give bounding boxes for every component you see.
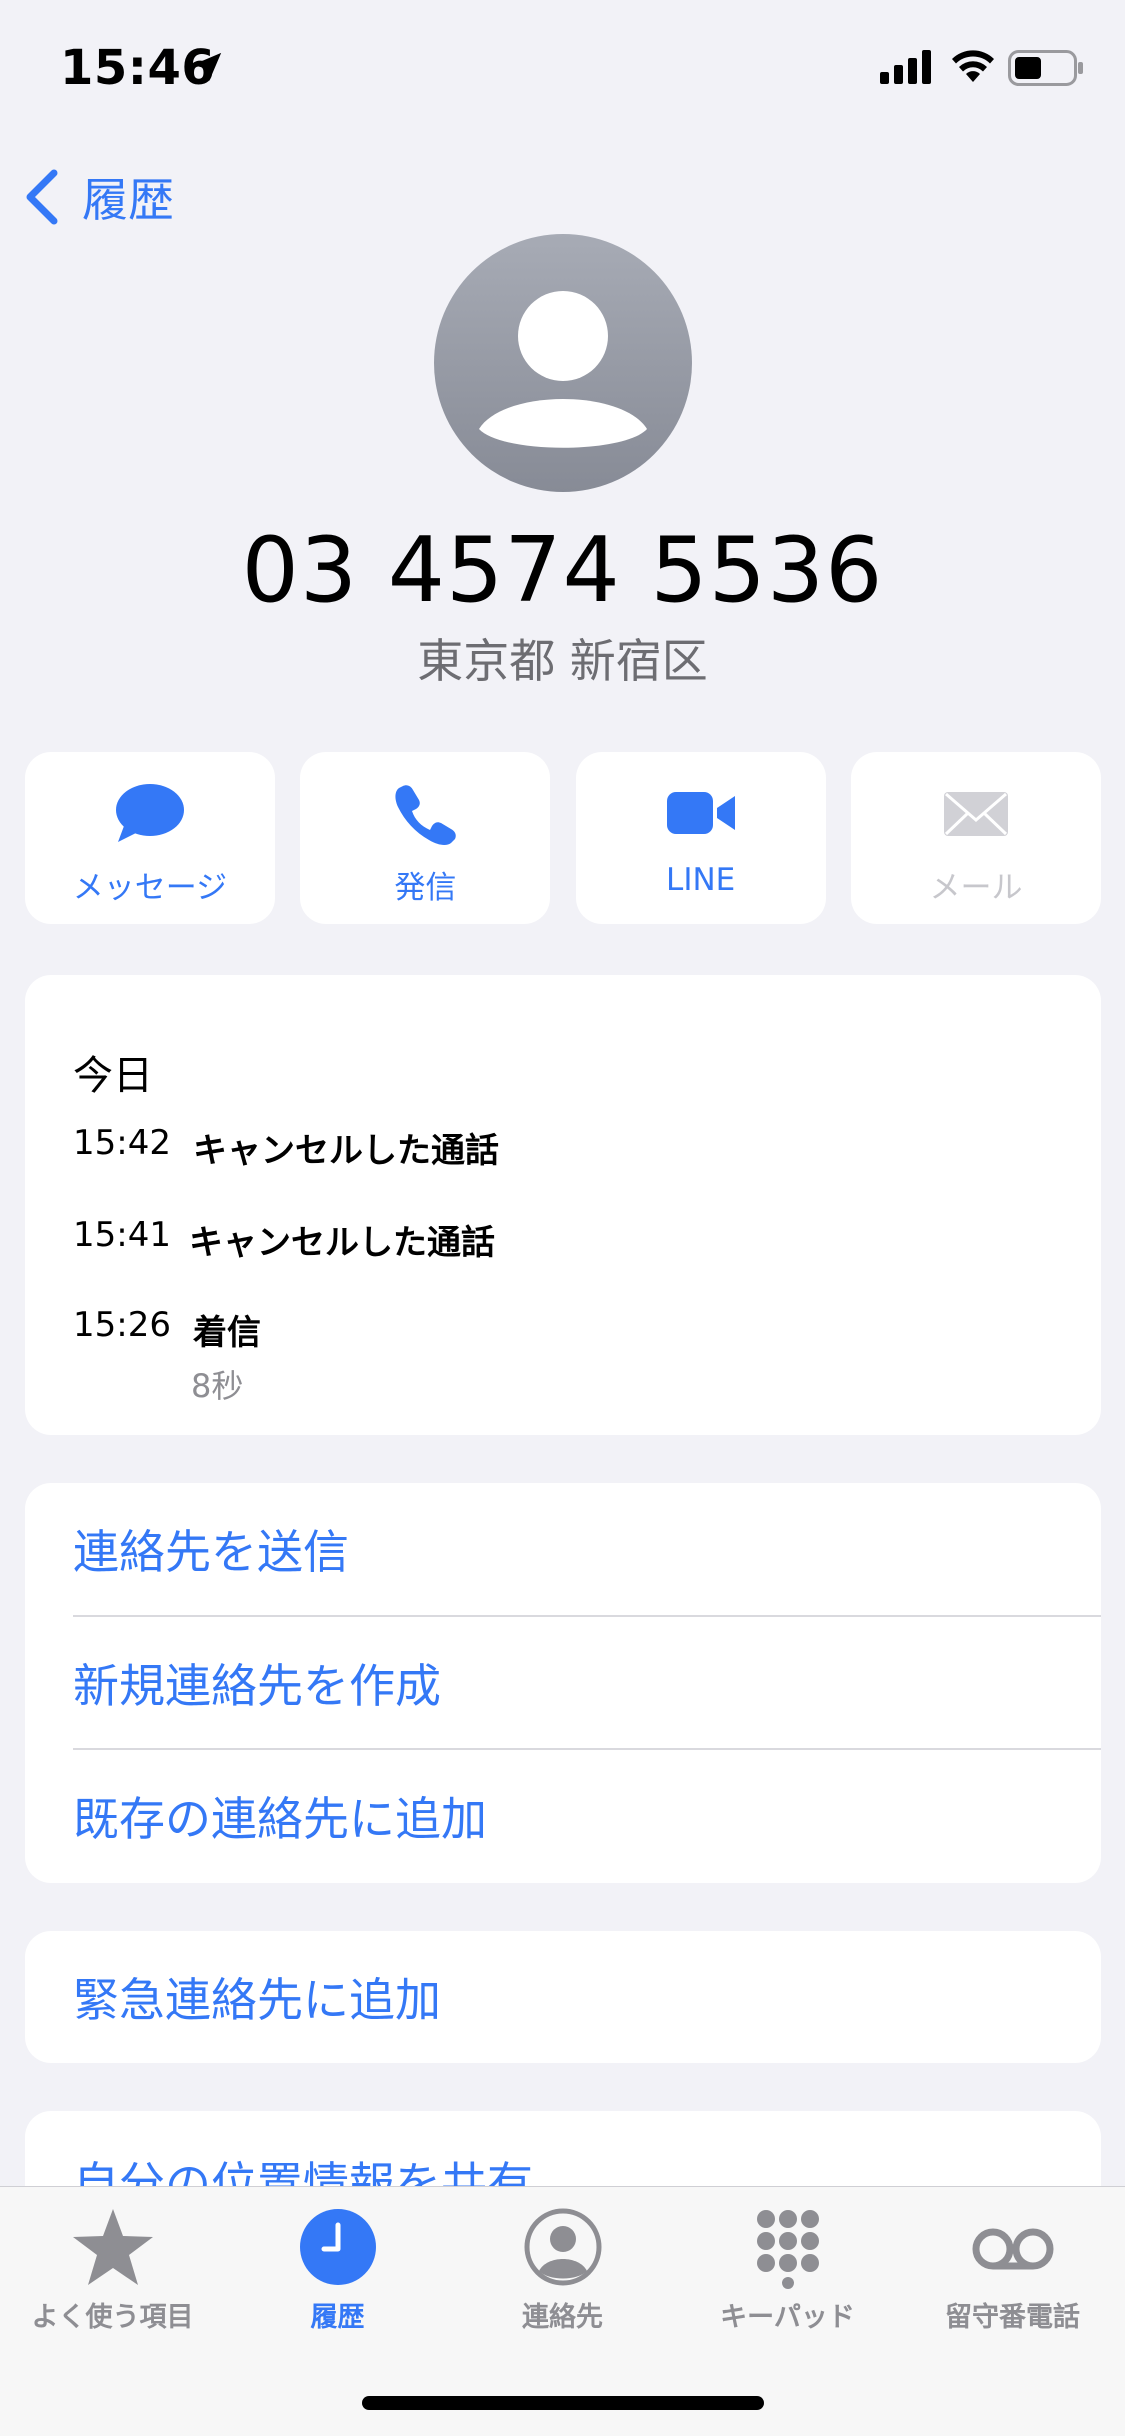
call-type: キャンセルした通話 [193, 1131, 499, 1171]
call-time: 15:41 [73, 1215, 171, 1255]
message-button[interactable]: メッセージ [25, 752, 275, 924]
location-arrow-icon [192, 52, 222, 82]
home-indicator [362, 2396, 764, 2410]
line-button-label: LINE [666, 862, 736, 898]
tab-recents[interactable]: 履歴 [225, 2187, 450, 2347]
send-contact-button[interactable]: 連絡先を送信 [73, 1483, 349, 1615]
message-bubble-icon [116, 784, 184, 842]
wifi-icon [952, 50, 994, 82]
phone-icon [395, 785, 457, 845]
chevron-left-icon [26, 169, 58, 225]
call-time: 15:42 [73, 1123, 171, 1163]
tab-label: 履歴 [310, 2302, 365, 2333]
clock-icon [299, 2209, 376, 2285]
call-entry: 15:41 キャンセルした通話 [73, 1215, 495, 1264]
caller-location: 東京都 新宿区 [417, 634, 708, 688]
tab-voicemail[interactable]: 留守番電話 [900, 2187, 1125, 2347]
create-new-contact-button[interactable]: 新規連絡先を作成 [73, 1617, 441, 1749]
call-type: キャンセルした通話 [189, 1223, 495, 1263]
call-entry: 15:42 キャンセルした通話 [73, 1123, 499, 1172]
line-video-button[interactable]: LINE [575, 752, 826, 924]
message-button-label: メッセージ [72, 870, 228, 906]
status-bar: 15:46 [0, 0, 1125, 140]
mail-button[interactable]: メール [850, 752, 1101, 924]
call-time: 15:26 [73, 1305, 171, 1345]
person-silhouette-icon [479, 291, 647, 448]
tab-label: キーパッド [720, 2302, 855, 2333]
tab-keypad[interactable]: キーパッド [675, 2187, 900, 2347]
add-to-existing-contact-button[interactable]: 既存の連絡先に追加 [73, 1750, 487, 1882]
call-button[interactable]: 発信 [300, 752, 551, 924]
call-button-label: 発信 [394, 870, 457, 906]
tab-label: 留守番電話 [945, 2302, 1080, 2333]
avatar [434, 234, 692, 492]
back-label: 履歴 [82, 173, 174, 227]
contact-icon [524, 2208, 601, 2286]
tab-label: よく使う項目 [31, 2302, 194, 2333]
add-emergency-contact-button[interactable]: 緊急連絡先に追加 [73, 1931, 441, 2063]
call-history-card: 今日 15:42 キャンセルした通話 15:41 キャンセルした通話 15:26… [25, 975, 1101, 1435]
mail-icon [943, 792, 1008, 836]
call-duration: 8秒 [191, 1367, 244, 1405]
back-button[interactable]: 履歴 [22, 162, 174, 232]
call-type: 着信 [193, 1313, 261, 1353]
tab-favorites[interactable]: よく使う項目 [0, 2187, 225, 2347]
history-heading: 今日 [73, 1053, 153, 1099]
phone-number: 03 4574 5536 [241, 518, 884, 623]
phone-screen: 15:46 履歴 03 4574 5536 東京都 新宿区 メッセージ 発信 L… [0, 0, 1125, 2436]
voicemail-icon [972, 2228, 1053, 2270]
star-icon [72, 2209, 153, 2285]
tab-label: 連絡先 [522, 2302, 603, 2333]
emergency-contact-card: 緊急連絡先に追加 [25, 1931, 1101, 2063]
battery-icon [1008, 50, 1083, 86]
keypad-icon [756, 2210, 819, 2289]
call-entry: 15:26 着信 [73, 1305, 261, 1354]
tab-contacts[interactable]: 連絡先 [450, 2187, 675, 2347]
video-camera-icon [666, 792, 735, 834]
action-buttons: メッセージ 発信 LINE メール [25, 752, 1101, 924]
contact-options-card: 連絡先を送信 新規連絡先を作成 既存の連絡先に追加 [25, 1483, 1101, 1883]
mail-button-label: メール [929, 870, 1023, 906]
cellular-signal-icon [880, 50, 931, 84]
